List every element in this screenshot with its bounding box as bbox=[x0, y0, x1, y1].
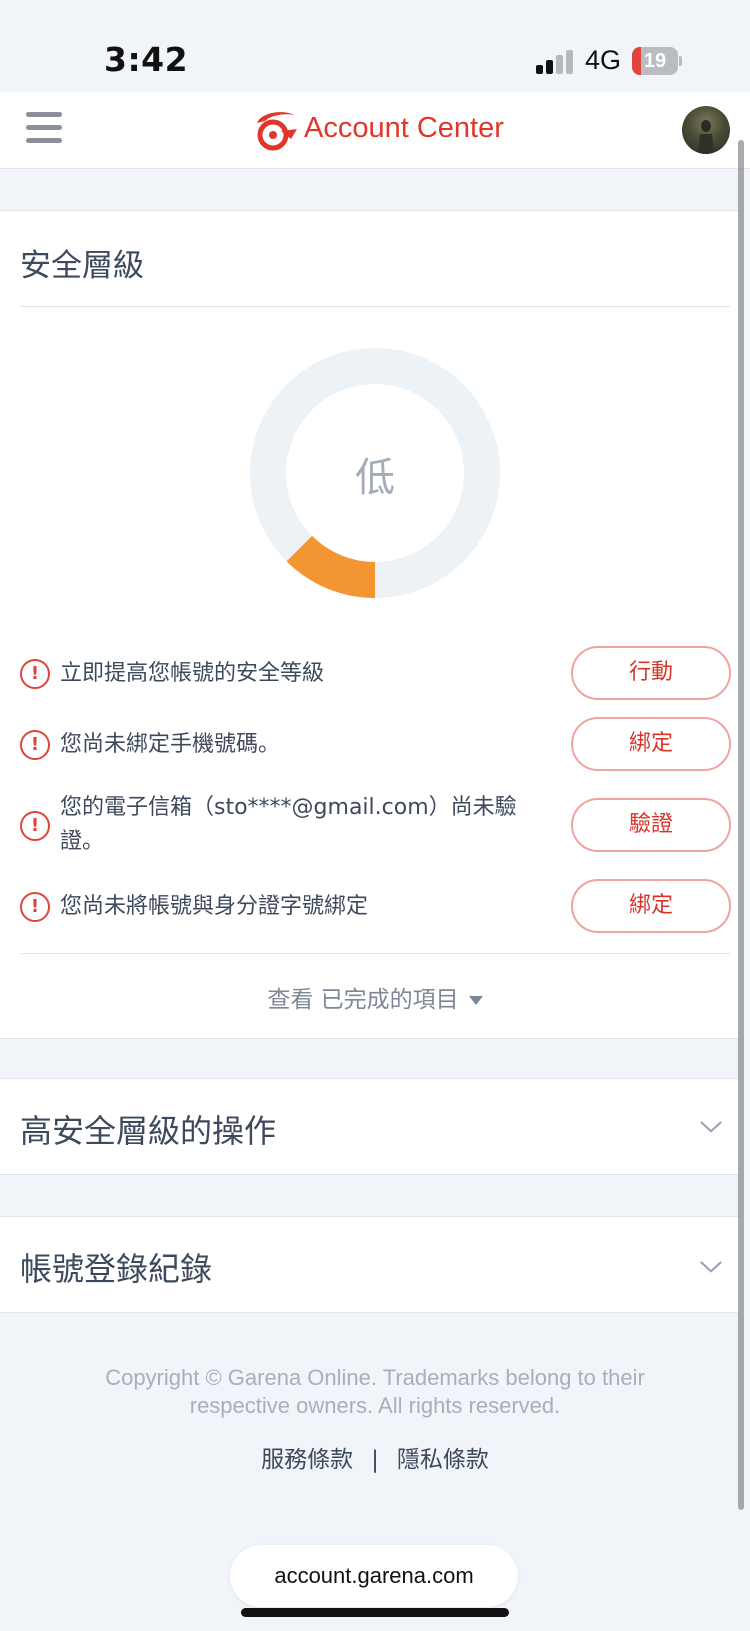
view-completed-label: 查看 已完成的項目 bbox=[267, 987, 459, 1013]
link-separator: | bbox=[371, 1447, 379, 1473]
task-text: 立即提高您帳號的安全等級 bbox=[60, 661, 325, 686]
browser-url-bar[interactable]: account.garena.com bbox=[230, 1545, 518, 1607]
task-text: 您尚未綁定手機號碼。 bbox=[60, 732, 281, 757]
cellular-signal-icon bbox=[536, 48, 576, 74]
chevron-down-icon bbox=[700, 1261, 722, 1273]
caret-down-icon bbox=[468, 996, 483, 1005]
verify-email-button[interactable]: 驗證 bbox=[571, 798, 731, 852]
security-level-value: 低 bbox=[355, 455, 395, 501]
header-title[interactable]: Account Center bbox=[304, 112, 504, 145]
alert-icon: ! bbox=[20, 892, 50, 922]
security-level-title: 安全層級 bbox=[20, 248, 144, 284]
alert-icon: ! bbox=[20, 659, 50, 689]
status-time: 3:42 bbox=[104, 40, 189, 79]
terms-link[interactable]: 服務條款 bbox=[261, 1447, 353, 1473]
battery-level: 19 bbox=[643, 50, 667, 72]
bind-id-button[interactable]: 綁定 bbox=[571, 879, 731, 933]
alert-icon: ! bbox=[20, 811, 50, 841]
network-type: 4G bbox=[585, 45, 622, 75]
bind-phone-button[interactable]: 綁定 bbox=[571, 717, 731, 771]
scrollbar[interactable] bbox=[738, 140, 744, 1510]
hamburger-menu-icon[interactable] bbox=[26, 112, 62, 144]
task-text: 您的電子信箱（sto****@gmail.com）尚未驗證。 bbox=[60, 795, 517, 854]
action-button[interactable]: 行動 bbox=[571, 646, 731, 700]
home-indicator[interactable] bbox=[241, 1608, 509, 1617]
view-completed-toggle[interactable]: 查看 已完成的項目 bbox=[0, 980, 750, 1014]
card-divider bbox=[20, 953, 730, 954]
garena-logo-icon[interactable] bbox=[251, 109, 299, 151]
accordion-title: 高安全層級的操作 bbox=[20, 1112, 277, 1150]
battery-icon: 19 bbox=[632, 47, 682, 75]
card-divider bbox=[20, 306, 730, 307]
footer-links: 服務條款 | 隱私條款 bbox=[0, 1440, 750, 1474]
copyright-text: Copyright © Garena Online. Trademarks be… bbox=[105, 1365, 645, 1418]
task-text: 您尚未將帳號與身分證字號綁定 bbox=[60, 894, 369, 919]
chevron-down-icon bbox=[700, 1121, 722, 1133]
accordion-title: 帳號登錄紀錄 bbox=[20, 1250, 213, 1288]
privacy-link[interactable]: 隱私條款 bbox=[397, 1447, 489, 1473]
user-avatar[interactable] bbox=[682, 106, 730, 154]
donut-progress-arc bbox=[286, 535, 376, 598]
alert-icon: ! bbox=[20, 730, 50, 760]
